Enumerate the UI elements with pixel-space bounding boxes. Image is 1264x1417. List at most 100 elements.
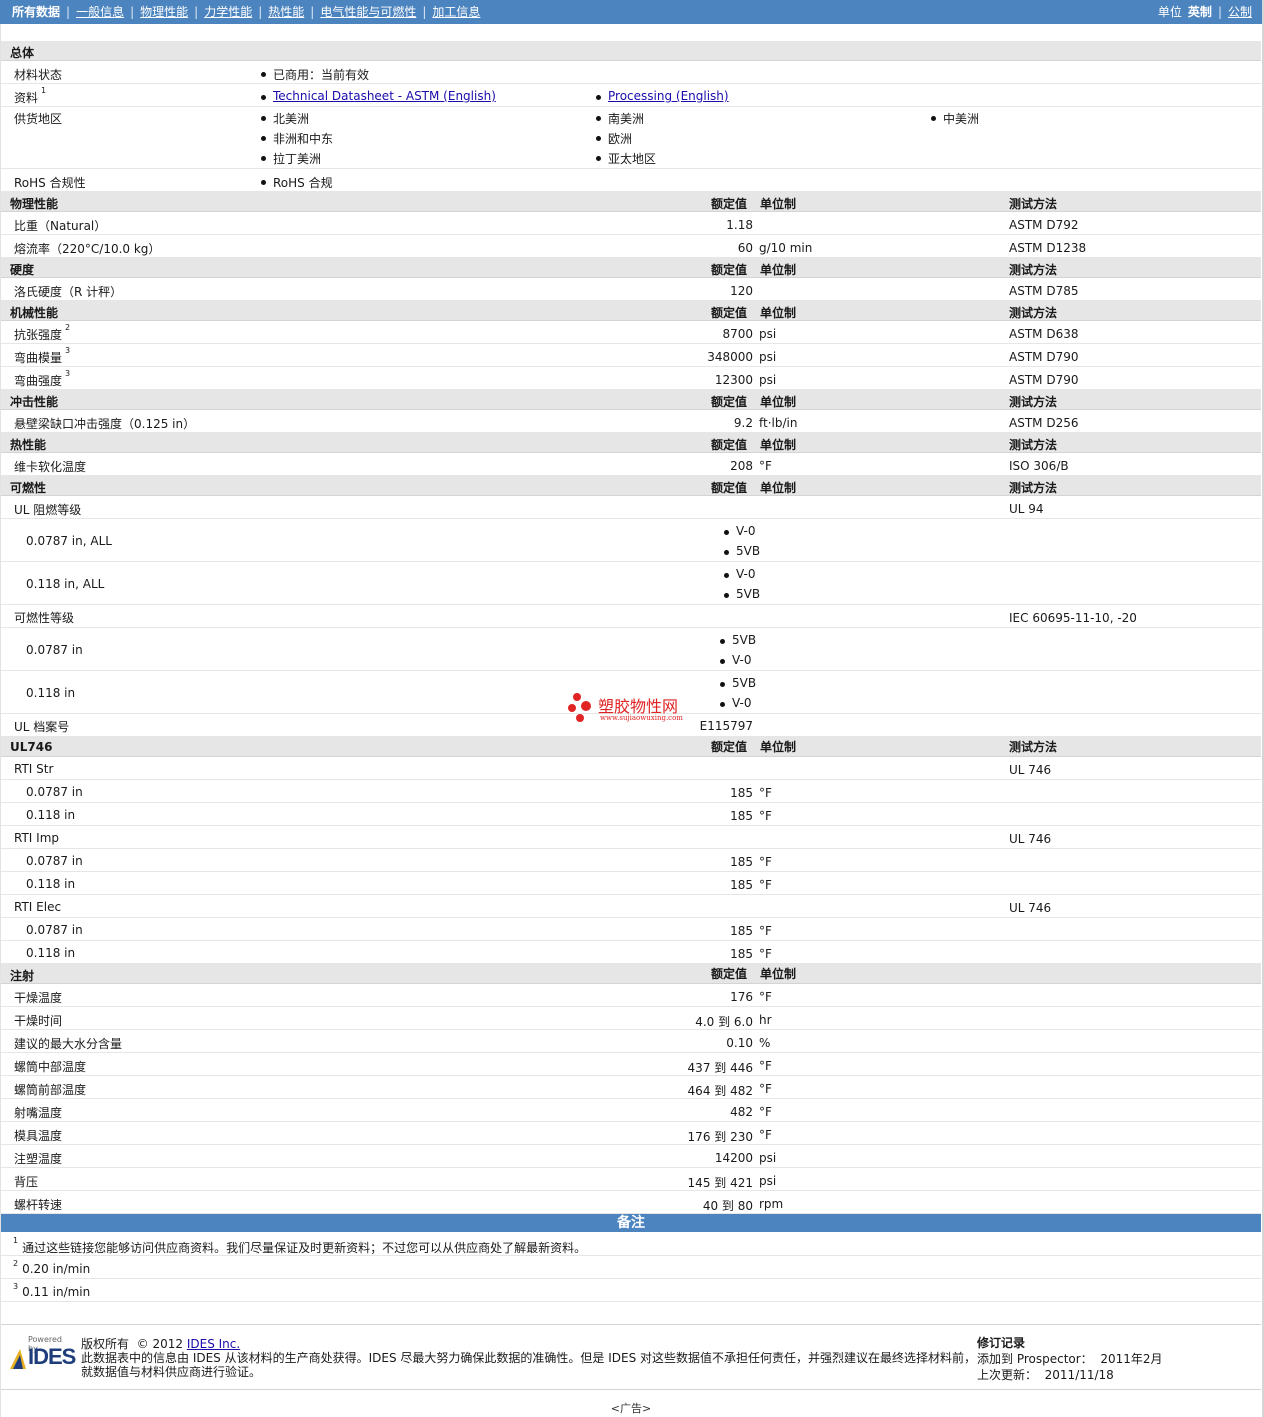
row-unit: psi <box>759 1151 777 1165</box>
section-mechanical: 机械性能 额定值 单位制 测试方法 <box>1 301 1261 321</box>
row-label: 注塑温度 <box>14 1152 63 1166</box>
row-unit: rpm <box>759 1197 784 1211</box>
row-method: IEC 60695-11-10, -20 <box>1009 611 1137 625</box>
table-row: 0.118 in 185 °F <box>1 941 1261 964</box>
row-label: 弯曲强度3 <box>14 369 70 389</box>
row-label: 建议的最大水分含量 <box>14 1037 123 1051</box>
row-unit: °F <box>759 1059 772 1073</box>
row-unit: g/10 min <box>759 241 813 255</box>
col-header-value: 额定值 <box>711 263 748 277</box>
unit-english[interactable]: 英制 <box>1188 5 1212 19</box>
section-flammability: 可燃性 额定值 单位制 测试方法 <box>1 476 1261 496</box>
table-row: 熔流率（220°C/10.0 kg） 60 g/10 min ASTM D123… <box>1 235 1261 258</box>
added-value: 2011年2月 <box>1100 1352 1163 1366</box>
table-row: 螺筒前部温度 464 到 482 °F <box>1 1076 1261 1099</box>
rating-item: 5VB <box>722 587 760 601</box>
row-label: 洛氏硬度（R 计秤） <box>14 285 123 299</box>
footnote-ref: 1 <box>41 86 47 95</box>
table-row: 比重（Natural） 1.18 ASTM D792 <box>1 212 1261 235</box>
region-item: 中美洲 <box>929 110 979 127</box>
row-value: 185 <box>730 809 753 823</box>
section-title: 注射 <box>10 969 35 983</box>
row-unit: °F <box>759 924 772 938</box>
col-header-value: 额定值 <box>711 306 748 320</box>
note-text: 0.11 in/min <box>22 1285 91 1299</box>
row-unit: hr <box>759 1013 772 1027</box>
region-item: 拉丁美洲 <box>259 150 321 167</box>
row-label: RoHS 合规性 <box>14 176 86 190</box>
table-row: 模具温度 176 到 230 °F <box>1 1122 1261 1145</box>
col-header-value: 额定值 <box>711 967 748 981</box>
col-header-unit: 单位制 <box>760 438 797 452</box>
row-method: UL 746 <box>1009 832 1052 846</box>
region-item: 亚太地区 <box>594 150 656 167</box>
row-method: UL 746 <box>1009 901 1052 915</box>
row-label: 螺杆转速 <box>14 1198 63 1212</box>
nav-processing[interactable]: 加工信息 <box>432 5 480 19</box>
row-value: 464 到 482 <box>687 1084 753 1098</box>
units-label: 单位 <box>1157 5 1182 19</box>
row-label: UL 档案号 <box>14 720 70 734</box>
nav-general[interactable]: 一般信息 <box>76 5 124 19</box>
nav-mechanical[interactable]: 力学性能 <box>204 5 252 19</box>
row-label: 模具温度 <box>14 1129 63 1143</box>
table-row: 悬壁梁缺口冲击强度（0.125 in） 9.2 ft·lb/in ASTM D2… <box>1 410 1261 433</box>
table-row: RTI Imp UL 746 <box>1 826 1261 849</box>
nav-all-data[interactable]: 所有数据 <box>12 5 60 19</box>
nav-electrical[interactable]: 电气性能与可燃性 <box>320 5 416 19</box>
processing-link[interactable]: Processing (English) <box>608 89 729 103</box>
rating-item: 5VB <box>718 676 756 690</box>
row-method: ASTM D1238 <box>1009 241 1087 255</box>
col-header-method: 测试方法 <box>1009 481 1058 495</box>
section-title: UL746 <box>10 740 53 754</box>
rating-item: V-0 <box>718 653 751 667</box>
row-unit: psi <box>759 350 777 364</box>
row-unit: °F <box>759 786 772 800</box>
table-row: RTI Str UL 746 <box>1 757 1261 780</box>
unit-metric-link[interactable]: 公制 <box>1228 5 1252 19</box>
row-supply-regions: 供货地区 北美洲 南美洲 中美洲 非洲和中东 欧洲 拉丁美洲 亚太地区 <box>1 107 1261 169</box>
row-label: RTI Imp <box>14 831 59 845</box>
row-value: 60 <box>737 241 753 255</box>
nav-physical[interactable]: 物理性能 <box>140 5 188 19</box>
technical-datasheet-link[interactable]: Technical Datasheet - ASTM (English) <box>273 89 496 103</box>
region-item: 南美洲 <box>594 110 644 127</box>
table-row: 0.0787 in 5VB V-0 <box>1 628 1261 671</box>
region-item: 欧洲 <box>594 130 632 147</box>
copyright-label: 版权所有 <box>81 1337 130 1351</box>
section-injection: 注射 额定值 单位制 <box>1 964 1261 984</box>
row-unit: °F <box>759 855 772 869</box>
row-unit: °F <box>759 990 772 1004</box>
table-row: 射嘴温度 482 °F <box>1 1099 1261 1122</box>
disclaimer-text-2: 就数据值与材料供应商进行验证。 <box>81 1365 262 1379</box>
row-unit: °F <box>759 878 772 892</box>
row-label: 可燃性等级 <box>14 611 75 625</box>
col-header-unit: 单位制 <box>760 481 797 495</box>
label-text: 抗张强度 <box>14 328 63 342</box>
table-row: RTI Elec UL 746 <box>1 895 1261 918</box>
row-method: ASTM D790 <box>1009 373 1079 387</box>
section-hardness: 硬度 额定值 单位制 测试方法 <box>1 258 1261 278</box>
updated-label: 上次更新： <box>977 1368 1038 1382</box>
table-row: 干燥时间 4.0 到 6.0 hr <box>1 1007 1261 1030</box>
updated-value: 2011/11/18 <box>1044 1368 1114 1382</box>
row-unit: ft·lb/in <box>759 416 798 430</box>
row-unit: psi <box>759 373 777 387</box>
row-unit: psi <box>759 327 777 341</box>
nav-thermal[interactable]: 热性能 <box>268 5 304 19</box>
row-unit: °F <box>759 459 772 473</box>
footnote-number: 3 <box>13 1282 19 1291</box>
col-header-unit: 单位制 <box>760 263 797 277</box>
copyright-block: 版权所有 © 2012 IDES Inc. 此数据表中的信息由 IDES 从该材… <box>81 1337 976 1379</box>
row-label: 比重（Natural） <box>14 219 107 233</box>
row-label: 悬壁梁缺口冲击强度（0.125 in） <box>14 417 196 431</box>
row-unit: % <box>759 1036 771 1050</box>
row-value: 4.0 到 6.0 <box>695 1015 753 1029</box>
company-link[interactable]: IDES Inc. <box>187 1337 240 1351</box>
row-label: 0.0787 in <box>26 854 83 868</box>
row-unit: psi <box>759 1174 777 1188</box>
section-title: 可燃性 <box>10 481 47 495</box>
section-impact: 冲击性能 额定值 单位制 测试方法 <box>1 390 1261 410</box>
note-text: 通过这些链接您能够访问供应商资料。我们尽量保证及时更新资料；不过您可以从供应商处… <box>22 1241 587 1255</box>
row-value: 185 <box>730 786 753 800</box>
